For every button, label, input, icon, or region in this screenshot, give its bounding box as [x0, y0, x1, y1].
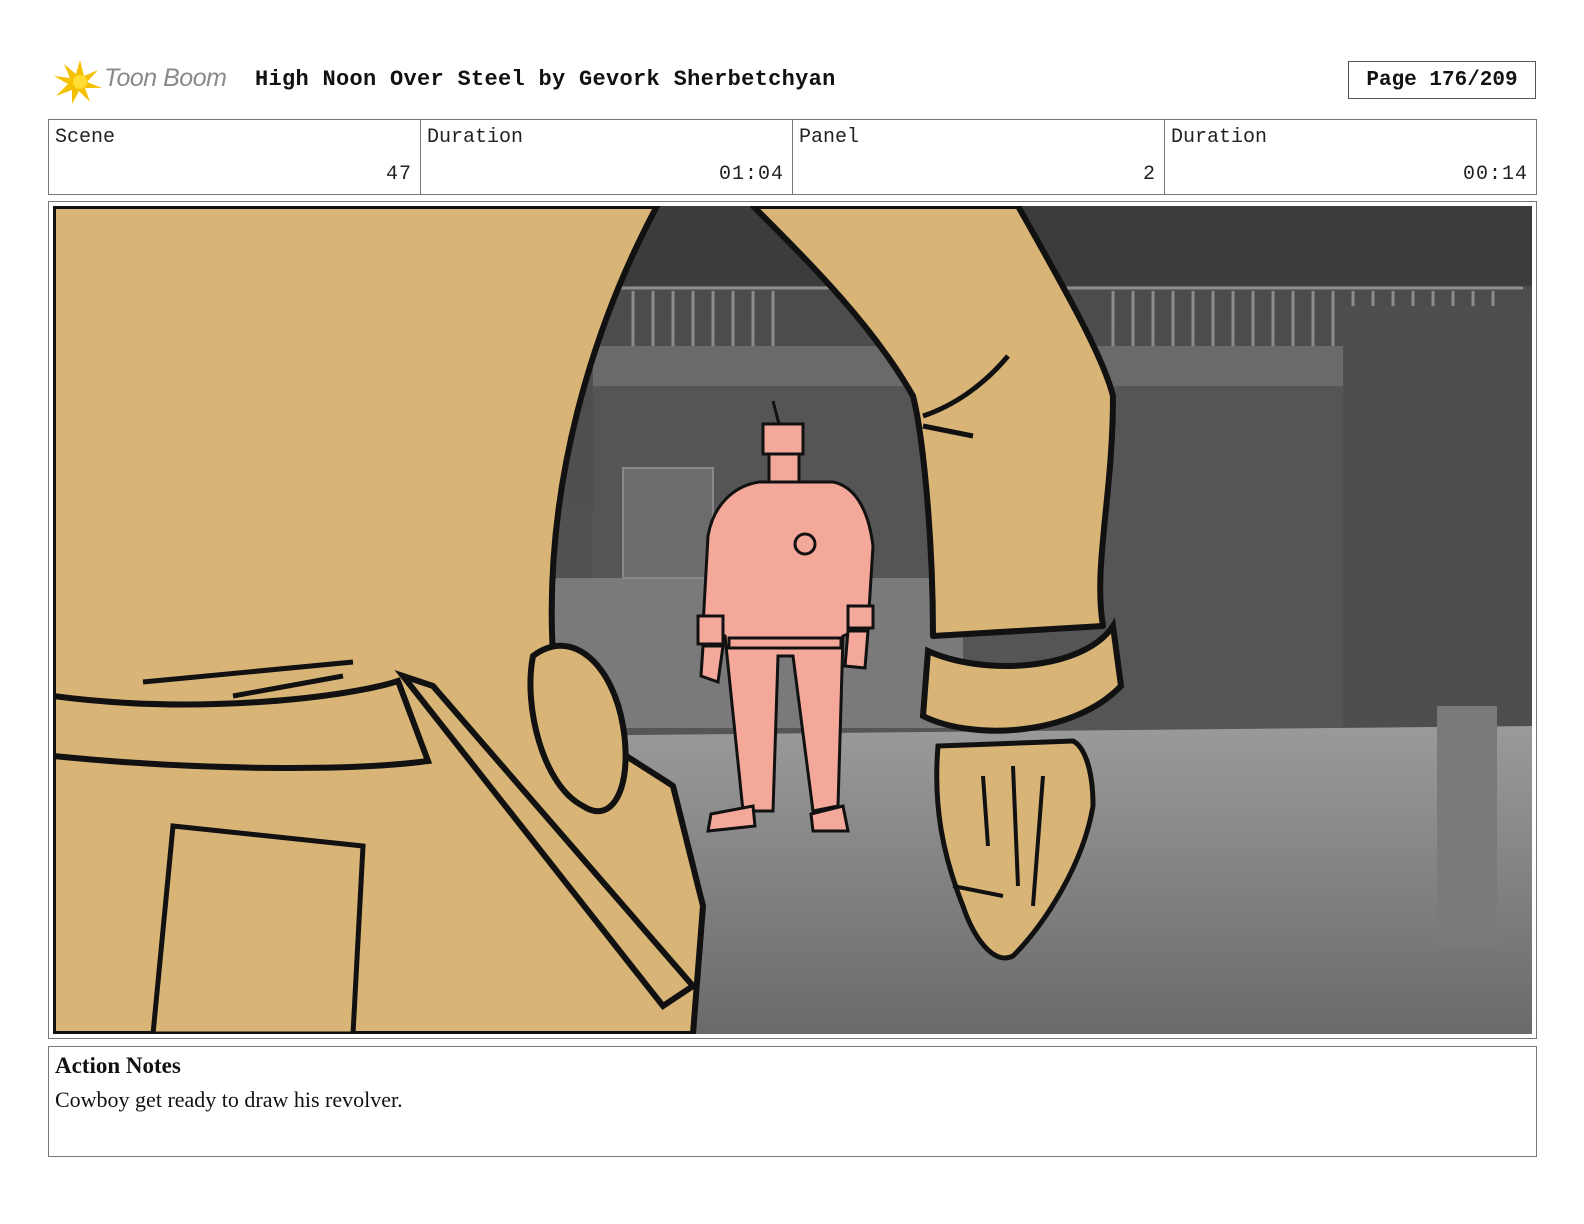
action-notes: Action Notes Cowboy get ready to draw hi…	[48, 1046, 1537, 1157]
scene-value: 47	[385, 163, 412, 186]
bar-shelf	[622, 467, 714, 579]
scene-duration-cell: Duration 01:04	[421, 120, 793, 194]
scene-duration-label: Duration	[427, 126, 524, 149]
panel-duration-label: Duration	[1171, 126, 1268, 149]
action-notes-heading: Action Notes	[55, 1053, 181, 1078]
holster	[150, 823, 366, 1034]
storyboard-frame	[48, 201, 1537, 1039]
scene-duration-value: 01:04	[718, 163, 784, 186]
panel-cell: Panel 2	[793, 120, 1165, 194]
panel-duration-cell: Duration 00:14	[1165, 120, 1536, 194]
chair	[1437, 706, 1497, 946]
storyboard-drawing	[53, 206, 1532, 1034]
panel-label: Panel	[799, 126, 860, 149]
panel-duration-value: 00:14	[1462, 163, 1528, 186]
logo-text: Toon Boom	[104, 64, 227, 92]
page-number: Page 176/209	[1348, 61, 1536, 99]
document-title: High Noon Over Steel by Gevork Sherbetch…	[255, 67, 836, 92]
scene-cell: Scene 47	[49, 120, 421, 194]
action-notes-text: Cowboy get ready to draw his revolver.	[55, 1087, 403, 1112]
panel-value: 2	[1142, 163, 1156, 186]
scene-label: Scene	[55, 126, 116, 149]
panel-info-row: Scene 47 Duration 01:04 Panel 2 Duration…	[48, 119, 1537, 195]
